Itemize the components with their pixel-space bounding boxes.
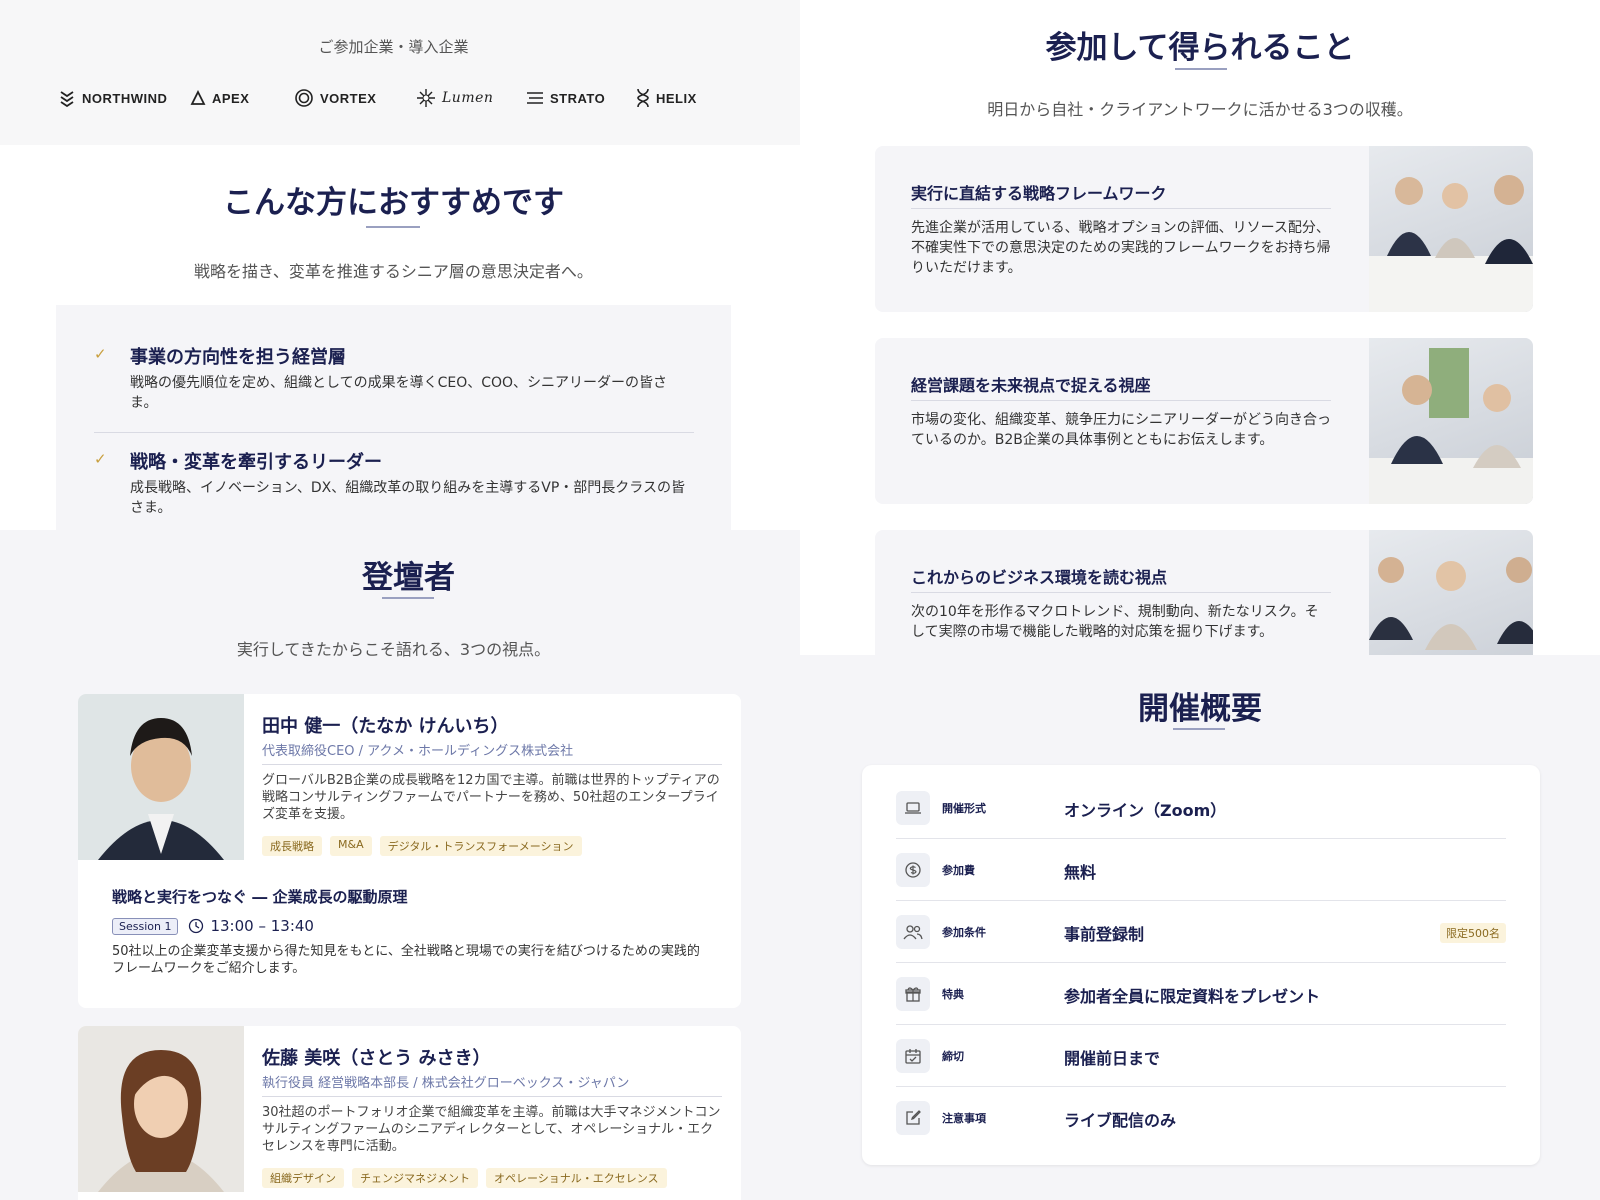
client-logos-section: ご参加企業・導入企業 NORTHWIND APEX VORTEX Lumen S… bbox=[0, 0, 800, 145]
logo-northwind: NORTHWIND bbox=[58, 86, 167, 110]
session-title: 戦略と実行をつなぐ ― 企業成長の駆動原理 bbox=[112, 888, 408, 906]
logo-vortex: VORTEX bbox=[294, 86, 376, 110]
recommend-subtitle: 戦略を描き、変革を推進するシニア層の意思決定者へ。 bbox=[194, 262, 593, 281]
speakers-subtitle: 実行してきたからこそ語れる、3つの視点。 bbox=[236, 640, 551, 659]
meeting-photo bbox=[1369, 530, 1533, 655]
divider bbox=[911, 400, 1331, 401]
meeting-photo bbox=[1369, 338, 1533, 504]
speaker-card: 田中 健一（たなか けんいち） 代表取締役CEO / アクメ・ホールディングス株… bbox=[78, 694, 741, 1008]
benefit-card: 経営課題を未来視点で捉える視座 市場の変化、組織変革、競争圧力にシニアリーダーが… bbox=[875, 338, 1533, 504]
chevrons-icon bbox=[60, 91, 74, 107]
title-underline bbox=[366, 226, 420, 228]
dollar-icon bbox=[905, 862, 921, 878]
capacity-badge: 限定500名 bbox=[1440, 923, 1506, 943]
title-underline bbox=[1173, 728, 1225, 730]
sun-icon bbox=[417, 89, 435, 107]
session-badge: Session 1 bbox=[112, 917, 179, 935]
benefits-section: 参加して得られること 明日から自社・クライアントワークに活かせる3つの収穫。 実… bbox=[800, 0, 1600, 655]
divider bbox=[262, 764, 722, 765]
title-underline bbox=[1175, 68, 1227, 70]
speaker-card: 佐藤 美咲（さとう みさき） 執行役員 経営戦略本部長 / 株式会社グローベック… bbox=[78, 1026, 741, 1200]
speaker-portrait bbox=[78, 694, 244, 860]
benefit-card: 実行に直結する戦略フレームワーク 先進企業が活用している、戦略オプションの評価、… bbox=[875, 146, 1533, 312]
overview-table: 開催形式 オンライン（Zoom） 参加費 無料 参加条件 事前登録制 限定500… bbox=[862, 765, 1540, 1165]
speaker-name: 田中 健一（たなか けんいち） bbox=[262, 716, 509, 737]
title-underline bbox=[382, 597, 434, 599]
overview-row: 特典 参加者全員に限定資料をプレゼント bbox=[896, 963, 1506, 1025]
speaker-role: 執行役員 経営戦略本部長 / 株式会社グローベックス・ジャパン bbox=[262, 1076, 630, 1091]
triangle-icon bbox=[190, 90, 206, 105]
target-icon bbox=[295, 89, 313, 107]
calendar-icon bbox=[905, 1049, 921, 1064]
logo-helix: HELIX bbox=[636, 86, 697, 110]
check-icon: ✓ bbox=[94, 450, 107, 468]
logo-strato: STRATO bbox=[526, 86, 605, 110]
divider bbox=[94, 432, 694, 433]
speakers-title: 登壇者 bbox=[362, 560, 455, 596]
overview-row: 締切 開催前日まで bbox=[896, 1025, 1506, 1087]
session-time: 13:00 – 13:40 bbox=[210, 917, 314, 935]
recommend-list: ✓ 事業の方向性を担う経営層 戦略の優先順位を定め、組織としての成果を導くCEO… bbox=[56, 305, 731, 530]
tag: 組織デザイン bbox=[262, 1168, 344, 1188]
tag: M&A bbox=[330, 836, 372, 856]
tag: デジタル・トランスフォーメーション bbox=[379, 836, 582, 856]
lines-icon bbox=[527, 92, 543, 104]
overview-row: 注意事項 ライブ配信のみ bbox=[896, 1087, 1506, 1149]
speakers-section: 登壇者 実行してきたからこそ語れる、3つの視点。 田中 健一（たなか けんいち）… bbox=[0, 530, 800, 1200]
benefits-title: 参加して得られること bbox=[1045, 30, 1355, 66]
gift-icon bbox=[905, 987, 921, 1002]
meeting-photo bbox=[1369, 146, 1533, 312]
helix-icon bbox=[637, 88, 649, 108]
divider bbox=[262, 1096, 722, 1097]
speaker-bio: 30社超のポートフォリオ企業で組織変革を主導。前職は大手マネジメントコンサルティ… bbox=[262, 1105, 721, 1154]
logo-row: NORTHWIND APEX VORTEX Lumen STRATO HELIX bbox=[58, 86, 758, 110]
divider bbox=[911, 208, 1331, 209]
speaker-bio: グローバルB2B企業の成長戦略を12カ国で主導。前職は世界的トップティアの戦略コ… bbox=[262, 773, 720, 822]
speaker-name: 佐藤 美咲（さとう みさき） bbox=[262, 1048, 491, 1069]
clock-icon bbox=[189, 918, 204, 934]
logo-lumen: Lumen bbox=[416, 86, 493, 110]
speaker-tags: 組織デザイン チェンジマネジメント オペレーショナル・エクセレンス bbox=[262, 1168, 667, 1188]
divider bbox=[911, 592, 1331, 593]
overview-row: 開催形式 オンライン（Zoom） bbox=[896, 777, 1506, 839]
overview-row: 参加条件 事前登録制 限定500名 bbox=[896, 901, 1506, 963]
recommend-title: こんな方におすすめです bbox=[223, 185, 564, 221]
session-info: 戦略と実行をつなぐ ― 企業成長の駆動原理 Session 1 13:00 – … bbox=[112, 886, 712, 977]
speaker-role: 代表取締役CEO / アクメ・ホールディングス株式会社 bbox=[262, 744, 574, 759]
benefit-card: これからのビジネス環境を読む視点 次の10年を形作るマクロトレンド、規制動向、新… bbox=[875, 530, 1533, 655]
recommend-section: こんな方におすすめです 戦略を描き、変革を推進するシニア層の意思決定者へ。 ✓ … bbox=[0, 145, 800, 530]
edit-icon bbox=[906, 1110, 921, 1125]
tag: オペレーショナル・エクセレンス bbox=[486, 1168, 667, 1188]
session-desc: 50社以上の企業変革支援から得た知見をもとに、全社戦略と現場での実行を結びつける… bbox=[112, 944, 700, 976]
logo-apex: APEX bbox=[190, 86, 249, 110]
logos-caption: ご参加企業・導入企業 bbox=[318, 38, 469, 56]
benefits-subtitle: 明日から自社・クライアントワークに活かせる3つの収穫。 bbox=[987, 100, 1413, 119]
laptop-icon bbox=[905, 802, 921, 814]
overview-row: 参加費 無料 bbox=[896, 839, 1506, 901]
speaker-tags: 成長戦略 M&A デジタル・トランスフォーメーション bbox=[262, 836, 582, 856]
tag: 成長戦略 bbox=[262, 836, 322, 856]
event-overview-section: 開催概要 開催形式 オンライン（Zoom） 参加費 無料 参加条件 事前登録制 … bbox=[800, 655, 1600, 1200]
speaker-portrait bbox=[78, 1026, 244, 1192]
check-icon: ✓ bbox=[94, 345, 107, 363]
tag: チェンジマネジメント bbox=[352, 1168, 478, 1188]
overview-title: 開催概要 bbox=[1138, 691, 1262, 727]
users-icon bbox=[903, 925, 923, 940]
